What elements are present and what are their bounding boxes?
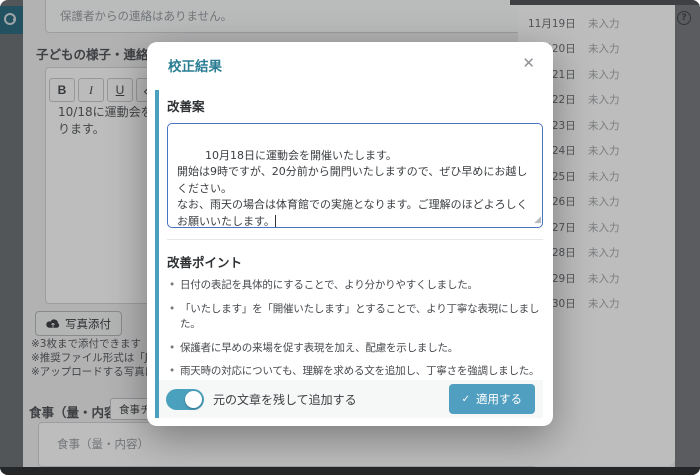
apply-button-label: 適用する (476, 391, 522, 407)
text-caret (275, 215, 276, 227)
check-icon: ✓ (462, 394, 470, 405)
apply-button[interactable]: ✓ 適用する (449, 384, 535, 414)
keep-original-toggle[interactable] (166, 389, 204, 410)
app-screen: 保護者からの連絡はありません。 子どもの様子・連絡事項 B I U 10/18に… (0, 0, 700, 475)
proposal-label: 改善案 (167, 96, 543, 115)
modal-body: 改善案 10月18日に運動会を開催いたします。 開始は9時ですが、20分前から開… (155, 90, 543, 418)
modal-footer: 元の文章を残して追加する ✓ 適用する (159, 380, 543, 418)
points-label: 改善ポイント (167, 252, 543, 271)
toggle-knob (185, 391, 202, 408)
improvement-point: 「いたします」を「開催いたします」とすることで、より丁寧な表現にしました。 (167, 302, 543, 333)
proposal-textarea[interactable]: 10月18日に運動会を開催いたします。 開始は9時ですが、20分前から開門いたし… (167, 123, 543, 228)
improvement-point: 雨天時の対応についても、理解を求める文を追加し、丁寧さを強調しました。 (167, 364, 543, 380)
improvement-points-list: 日付の表記を具体的にすることで、より分かりやすくしました。 「いたします」を「開… (167, 278, 543, 380)
proposal-text: 10月18日に運動会を開催いたします。 開始は9時ですが、20分前から開門いたし… (177, 149, 528, 228)
close-icon[interactable]: ✕ (518, 52, 539, 74)
divider (167, 239, 543, 240)
improvement-point: 保護者に早めの来場を促す表現を加え、配慮を示しました。 (167, 341, 543, 357)
proofread-result-modal: 校正結果 ✕ 改善案 10月18日に運動会を開催いたします。 開始は9時ですが、… (147, 42, 553, 426)
toggle-label: 元の文章を残して追加する (213, 391, 357, 408)
resize-handle-icon[interactable]: ◢ (534, 212, 541, 229)
modal-title: 校正結果 (168, 55, 222, 75)
improvement-point: 日付の表記を具体的にすることで、より分かりやすくしました。 (167, 278, 543, 294)
